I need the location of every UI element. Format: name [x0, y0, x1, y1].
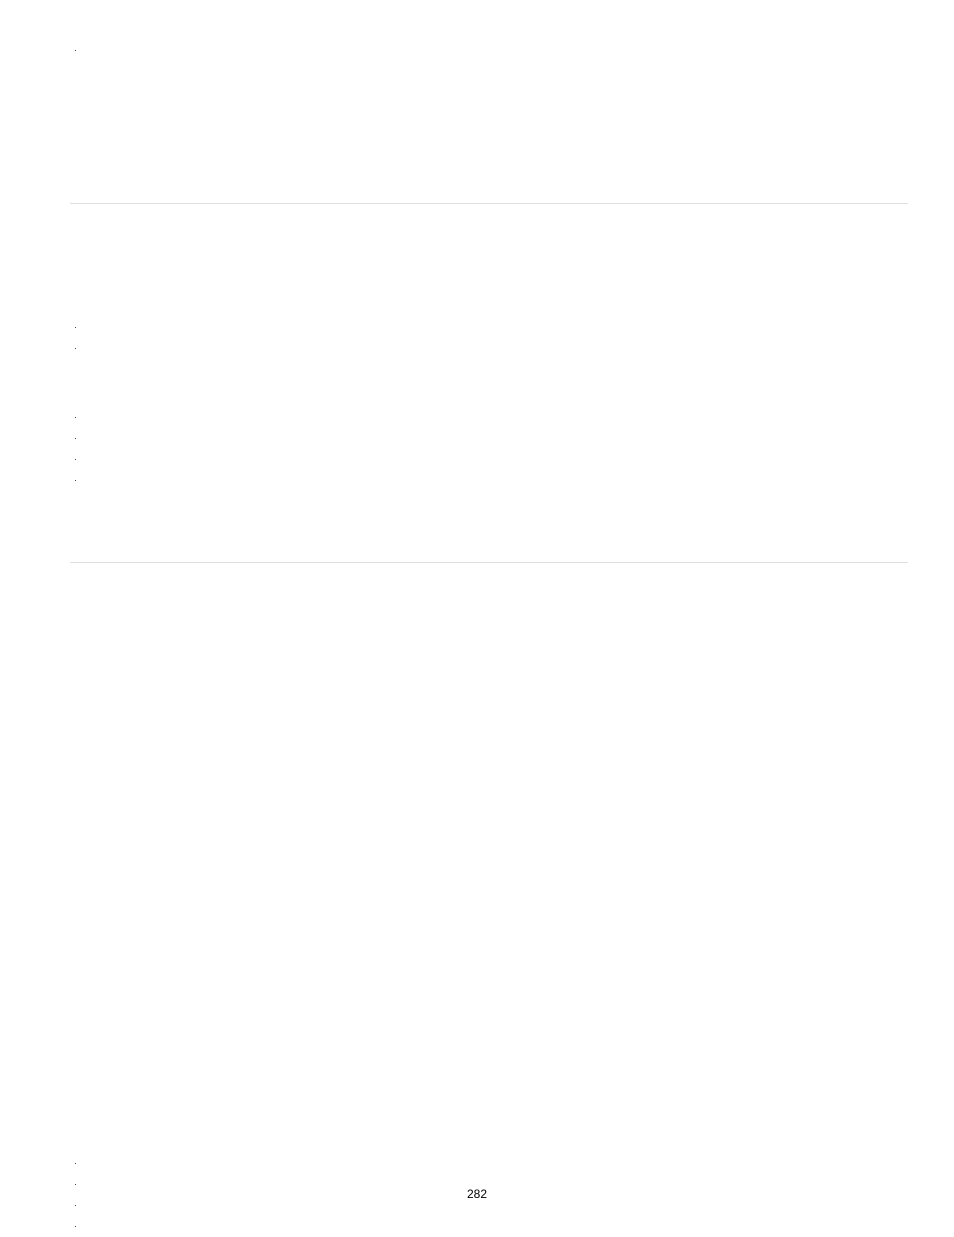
- page-container: 282: [0, 0, 954, 1235]
- list-item: [84, 428, 908, 449]
- list-item: [84, 40, 908, 61]
- list-item: [84, 1153, 908, 1174]
- bullet-group-3: [70, 407, 908, 491]
- bullet-group-2: [70, 317, 908, 359]
- list-item: [84, 407, 908, 428]
- list-item: [84, 338, 908, 359]
- page-number: 282: [0, 1187, 954, 1201]
- list-item: [84, 317, 908, 338]
- list-item: [84, 470, 908, 491]
- bullet-group-1: [70, 40, 908, 61]
- list-item: [84, 1216, 908, 1237]
- list-item: [84, 449, 908, 470]
